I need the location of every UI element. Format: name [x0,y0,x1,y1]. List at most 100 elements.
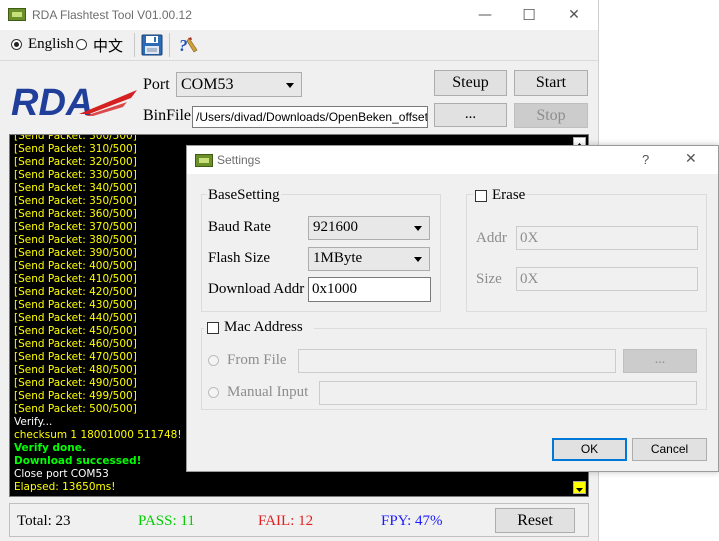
maximize-button[interactable]: ☐ [507,0,551,30]
manual-mac-input[interactable] [319,381,697,405]
log-line: [Send Packet: 420/500] [14,286,137,298]
mac-file-browse-button[interactable]: ... [623,349,697,373]
log-line: [Send Packet: 440/500] [14,312,137,324]
log-line: [Send Packet: 320/500] [14,156,137,168]
log-line: [Send Packet: 450/500] [14,325,137,337]
port-label: Port [143,76,170,93]
save-icon[interactable] [141,34,163,56]
browse-binfile-button[interactable]: ... [434,103,507,127]
total-count: Total: 23 [17,513,71,529]
toolbar-divider [0,60,598,61]
logo-text: RDA [11,82,93,122]
log-line: Elapsed: 13650ms! [14,481,116,493]
status-bar: Total: 23 PASS: 11 FAIL: 12 FPY: 47% Res… [9,503,589,537]
close-button[interactable]: ✕ [552,0,596,30]
rda-logo: RDA [9,80,139,124]
flash-size-label: Flash Size [208,250,271,266]
erase-size-label: Size [476,271,502,287]
erase-addr-label: Addr [476,230,507,246]
log-line: Verify... [14,416,53,428]
settings-title-bar: Settings ? ✕ [187,146,718,174]
log-line: [Send Packet: 380/500] [14,234,137,246]
log-line: [Send Packet: 490/500] [14,377,137,389]
baud-rate-label: Baud Rate [208,219,271,235]
start-button[interactable]: Start [514,70,588,96]
log-line: checksum 1 18001000 511748! [14,429,182,441]
manual-input-label: Manual Input [227,384,309,400]
chinese-radio[interactable] [76,39,87,50]
binfile-path-input[interactable]: /Users/divad/Downloads/OpenBeken_offset.… [192,106,428,128]
log-line: Close port COM53 [14,468,109,480]
manual-input-radio[interactable] [208,387,219,398]
log-line: Verify done. [14,442,86,454]
log-line: [Send Packet: 330/500] [14,169,137,181]
erase-label: Erase [492,187,526,203]
scroll-down-button[interactable] [573,481,586,494]
app-icon [8,8,26,21]
flash-size-select[interactable]: 1MByte [308,247,430,271]
chevron-down-icon [286,82,294,88]
base-setting-title: BaseSetting [207,187,281,204]
baud-rate-value: 921600 [313,219,358,235]
mac-file-input[interactable] [298,349,616,373]
english-label: English [28,36,74,52]
toolbar-separator [169,33,170,57]
minimize-button[interactable]: — [463,0,507,30]
erase-addr-input[interactable]: 0X [516,226,698,250]
log-line: [Send Packet: 390/500] [14,247,137,259]
port-select[interactable]: COM53 [176,72,302,97]
chevron-down-icon [414,257,422,262]
svg-text:?: ? [179,36,188,55]
chevron-down-icon [414,226,422,231]
fail-count: FAIL: 12 [258,513,314,529]
log-line: [Send Packet: 350/500] [14,195,137,207]
stop-button[interactable]: Stop [514,103,588,128]
binfile-path-value: /Users/divad/Downloads/OpenBeken_offset.… [196,110,428,124]
log-line: [Send Packet: 500/500] [14,403,137,415]
help-button[interactable]: ? [642,152,649,167]
fpy-value: FPY: 47% [381,513,443,529]
settings-dialog: Settings ? ✕ BaseSetting Baud Rate 92160… [186,145,719,472]
download-addr-label: Download Addr [208,281,305,297]
title-bar: RDA Flashtest Tool V01.00.12 — ☐ ✕ [0,0,598,30]
cancel-button[interactable]: Cancel [632,438,707,461]
baud-rate-select[interactable]: 921600 [308,216,430,240]
mac-address-checkbox[interactable] [207,322,219,334]
close-icon[interactable]: ✕ [685,151,697,167]
log-line: [Send Packet: 310/500] [14,143,137,155]
log-line: [Send Packet: 370/500] [14,221,137,233]
ok-button[interactable]: OK [552,438,627,461]
log-line: [Send Packet: 430/500] [14,299,137,311]
toolbar-separator [134,33,135,57]
log-line: [Send Packet: 400/500] [14,260,137,272]
binfile-label: BinFile [143,107,192,124]
log-line: Download successed! [14,455,142,467]
erase-checkbox[interactable] [475,190,487,202]
window-title: RDA Flashtest Tool V01.00.12 [32,8,192,22]
chinese-label: 中文 [93,37,124,55]
log-line: [Send Packet: 360/500] [14,208,137,220]
download-addr-value: 0x1000 [312,281,357,297]
log-line: [Send Packet: 340/500] [14,182,137,194]
reset-button[interactable]: Reset [495,508,575,533]
setup-button[interactable]: Steup [434,70,507,96]
port-value: COM53 [181,76,234,93]
from-file-radio[interactable] [208,355,219,366]
settings-title: Settings [217,153,261,167]
from-file-label: From File [227,352,287,368]
erase-addr-value: 0X [520,230,539,246]
log-line: [Send Packet: 410/500] [14,273,137,285]
pass-count: PASS: 11 [138,513,195,529]
log-line: [Send Packet: 470/500] [14,351,137,363]
log-line: [Send Packet: 460/500] [14,338,137,350]
download-addr-input[interactable]: 0x1000 [308,277,431,302]
erase-size-input[interactable]: 0X [516,267,698,291]
english-radio[interactable] [11,39,22,50]
log-line: [Send Packet: 300/500] [14,134,137,142]
log-line: [Send Packet: 480/500] [14,364,137,376]
help-icon[interactable]: ? [177,34,199,56]
mac-address-label: Mac Address [224,319,303,335]
erase-size-value: 0X [520,271,539,287]
log-line: [Send Packet: 499/500] [14,390,137,402]
app-icon [195,154,213,167]
